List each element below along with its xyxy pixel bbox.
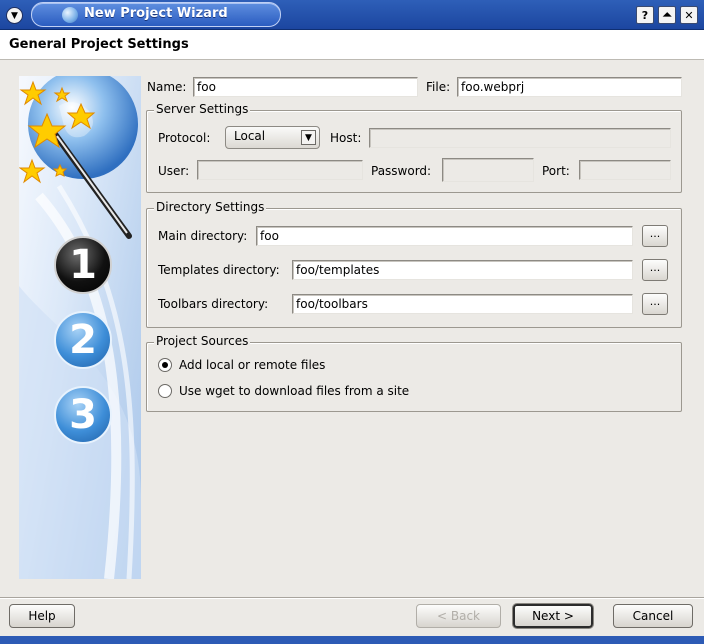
radio-add-local-files[interactable]: Add local or remote files [158, 358, 325, 372]
window-title: New Project Wizard [84, 6, 228, 21]
page-title: General Project Settings [9, 37, 189, 52]
host-label: Host: [330, 131, 362, 145]
help-button[interactable]: Help [9, 604, 75, 628]
step-2-icon: 2 [54, 311, 112, 369]
project-sources-group: Project Sources [146, 334, 682, 412]
password-field[interactable] [442, 158, 534, 182]
port-label: Port: [542, 164, 570, 178]
back-button[interactable]: < Back [416, 604, 501, 628]
window-controls: ? ⏶ ✕ [636, 6, 698, 24]
protocol-value: Local [234, 129, 266, 143]
password-label: Password: [371, 164, 432, 178]
app-globe-icon [62, 7, 78, 23]
page-header: General Project Settings [0, 30, 704, 60]
file-field[interactable]: foo.webprj [457, 77, 682, 97]
directory-settings-title: Directory Settings [154, 200, 267, 214]
toolbars-directory-field[interactable]: foo/toolbars [292, 294, 633, 314]
file-label: File: [426, 80, 451, 94]
radio-button[interactable] [158, 384, 172, 398]
wizard-side-panel: 1 2 3 [19, 76, 141, 579]
radio-use-wget-label: Use wget to download files from a site [179, 384, 410, 398]
name-field[interactable]: foo [193, 77, 418, 97]
shade-title-button[interactable]: ⏶ [658, 6, 676, 24]
step-3-icon: 3 [54, 386, 112, 444]
radio-use-wget[interactable]: Use wget to download files from a site [158, 384, 409, 398]
cancel-button[interactable]: Cancel [613, 604, 693, 628]
window-bottom-border [0, 636, 704, 644]
step-1-icon: 1 [54, 236, 112, 294]
browse-main-directory-button[interactable]: ... [642, 225, 668, 247]
toolbars-directory-label: Toolbars directory: [158, 297, 269, 311]
main-directory-field[interactable]: foo [256, 226, 633, 246]
templates-directory-field[interactable]: foo/templates [292, 260, 633, 280]
radio-button-checked[interactable] [158, 358, 172, 372]
close-title-button[interactable]: ✕ [680, 6, 698, 24]
next-button[interactable]: Next > [513, 604, 593, 628]
title-pill: New Project Wizard [31, 2, 281, 27]
user-field[interactable] [197, 160, 363, 180]
host-field[interactable] [369, 128, 671, 148]
radio-add-local-files-label: Add local or remote files [179, 358, 326, 372]
help-title-button[interactable]: ? [636, 6, 654, 24]
title-bar: ▼ New Project Wizard ? ⏶ ✕ [0, 0, 704, 30]
window-menu-button[interactable]: ▼ [6, 7, 23, 24]
protocol-label: Protocol: [158, 131, 211, 145]
port-field[interactable] [579, 160, 671, 180]
server-settings-title: Server Settings [154, 102, 251, 116]
main-directory-label: Main directory: [158, 229, 248, 243]
footer-separator [0, 597, 704, 599]
project-sources-title: Project Sources [154, 334, 251, 348]
name-label: Name: [147, 80, 187, 94]
server-settings-group: Server Settings [146, 102, 682, 193]
user-label: User: [158, 164, 190, 178]
protocol-select[interactable]: Local ▼ [225, 126, 320, 149]
templates-directory-label: Templates directory: [158, 263, 280, 277]
browse-templates-directory-button[interactable]: ... [642, 259, 668, 281]
chevron-down-icon: ▼ [301, 130, 316, 145]
browse-toolbars-directory-button[interactable]: ... [642, 293, 668, 315]
